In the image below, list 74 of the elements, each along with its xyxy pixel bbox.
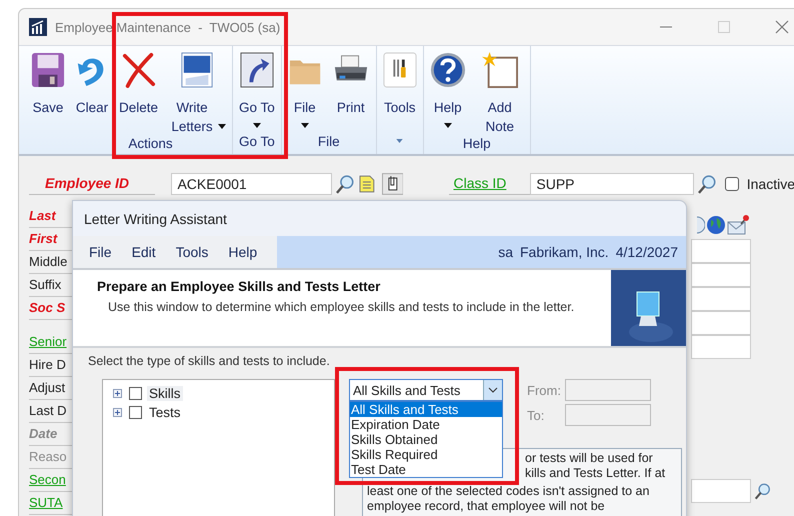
dropdown[interactable]: All Skills and Tests	[349, 379, 503, 401]
description-text: employee record, that employee will not be	[367, 499, 605, 514]
checkbox[interactable]	[724, 176, 739, 190]
dropdown-option[interactable]: Skills Required	[350, 447, 502, 462]
user-name: sa	[498, 244, 513, 260]
menu-item[interactable]: Tools	[168, 242, 216, 262]
attachment-icon[interactable]	[382, 172, 404, 194]
input-field[interactable]	[691, 263, 751, 287]
checkbox[interactable]	[129, 406, 142, 419]
tools-icon	[382, 52, 417, 88]
tree-item[interactable]: Tests	[147, 405, 183, 420]
ribbon-button[interactable]: File	[284, 46, 325, 134]
input-field[interactable]	[691, 335, 751, 359]
caret-icon[interactable]	[396, 139, 404, 143]
ribbon-button[interactable]: Go To	[236, 46, 278, 134]
checkbox[interactable]	[129, 387, 142, 400]
dropdown-option[interactable]: Skills Obtained	[350, 432, 502, 447]
new-note-icon	[482, 52, 518, 88]
input-field[interactable]	[691, 239, 751, 263]
delete-x-icon	[122, 52, 156, 88]
group-label: Help	[462, 136, 491, 151]
ribbon-button[interactable]: Clear	[72, 46, 112, 136]
close-icon[interactable]	[775, 20, 789, 34]
ribbon-button[interactable]: Write Letters	[165, 46, 230, 136]
search-icon[interactable]	[335, 174, 356, 194]
user-date: 4/12/2027	[616, 244, 678, 260]
input-field[interactable]	[565, 379, 651, 401]
chevron-down-icon	[488, 387, 498, 393]
ribbon-button[interactable]: Help	[426, 46, 469, 136]
description-text: least one of the selected codes isn't assigned to an	[367, 484, 650, 499]
menu-item[interactable]: File	[81, 242, 120, 262]
description-text: kills and Tests Letter. If at	[525, 466, 666, 481]
instruction-text: Select the type of skills and tests to include.	[88, 354, 330, 368]
input-field[interactable]: SUPP	[530, 172, 694, 194]
globe-icon[interactable]	[706, 215, 726, 235]
dialog-title: Letter Writing Assistant	[84, 210, 227, 226]
input-field[interactable]	[565, 404, 651, 426]
expand-icon[interactable]	[113, 408, 122, 417]
word-document-icon	[180, 52, 214, 88]
dropdown-option[interactable]: Expiration Date	[350, 417, 502, 432]
input-field[interactable]	[691, 479, 751, 503]
group-label: File	[318, 134, 340, 149]
menu-item[interactable]: Edit	[124, 242, 164, 262]
search-icon[interactable]	[697, 174, 717, 194]
ribbon-button[interactable]: Tools	[380, 46, 420, 139]
note-icon[interactable]	[358, 174, 376, 194]
window-title: Employee Maintenance - TWO05 (sa)	[55, 20, 280, 34]
header-subtitle: Use this window to determine which employee skills and tests to include in the letter.	[107, 300, 576, 314]
dropdown-option[interactable]: Test Date	[350, 462, 502, 477]
header-title: Prepare an Employee Skills and Tests Letter	[97, 279, 382, 294]
help-icon	[430, 52, 466, 88]
ribbon-button[interactable]: Delete	[116, 46, 162, 136]
ribbon-button[interactable]: Add Note	[472, 46, 527, 136]
input-field[interactable]	[691, 287, 751, 311]
company-name: Fabrikam, Inc.	[520, 244, 609, 260]
group-label: Actions	[127, 136, 173, 151]
field-label: Employee ID	[29, 172, 156, 195]
group-label: Go To	[239, 134, 275, 149]
search-icon[interactable]	[754, 481, 771, 501]
tree-item[interactable]: Skills	[147, 386, 183, 401]
computer-banner-icon	[611, 270, 686, 346]
menu-item[interactable]: Help	[220, 242, 266, 262]
expand-icon[interactable]	[113, 389, 122, 398]
from-label: From:	[527, 382, 562, 398]
ribbon-button[interactable]: Print	[328, 46, 373, 134]
dropdown-option[interactable]: All Skills and Tests	[350, 402, 502, 417]
input-field[interactable]: ACKE0001	[171, 172, 332, 194]
ribbon-button[interactable]: Save	[28, 46, 68, 136]
input-field[interactable]	[691, 311, 751, 335]
to-label: To:	[527, 408, 546, 422]
app-logo-icon	[29, 18, 47, 36]
checkbox-label: Inactive	[746, 176, 794, 192]
mail-pin-icon[interactable]	[727, 215, 749, 235]
description-text: or tests will be used for	[525, 451, 653, 466]
